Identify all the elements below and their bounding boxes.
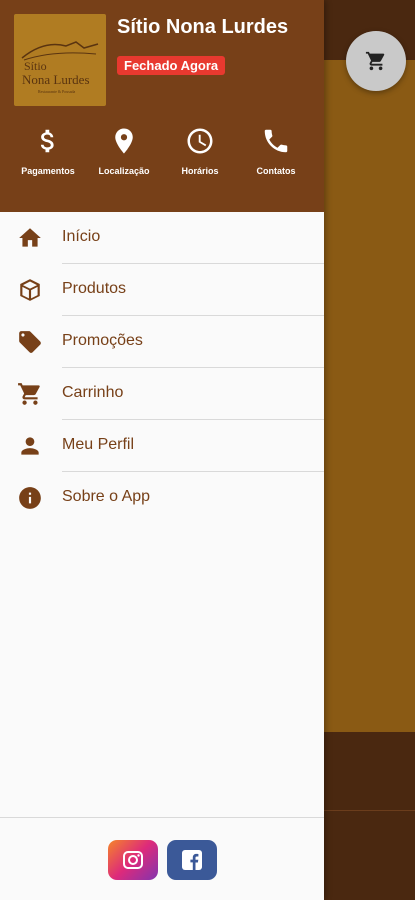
menu-item-carrinho[interactable]: Carrinho: [0, 368, 324, 420]
box-icon: [17, 278, 43, 302]
contacts-label: Contatos: [256, 166, 296, 176]
dollar-icon: [40, 129, 54, 153]
menu-item-label: Sobre o App: [62, 488, 151, 505]
hours-button[interactable]: Horários: [160, 126, 240, 176]
store-name: Sítio Nona Lurdes: [117, 16, 289, 38]
logo-text-line1: Sítio: [24, 59, 47, 73]
cart-button[interactable]: [346, 31, 406, 91]
tag-icon: [17, 330, 43, 354]
menu-item-meu-perfil[interactable]: Meu Perfil: [0, 420, 324, 472]
menu-item-promocoes[interactable]: Promoções: [0, 316, 324, 368]
menu-item-inicio[interactable]: Início: [0, 212, 324, 264]
facebook-icon: [182, 850, 202, 870]
menu-item-label: Produtos: [62, 280, 127, 297]
menu-item-label: Carrinho: [62, 384, 124, 401]
menu-item-sobre-o-app[interactable]: Sobre o App: [0, 472, 324, 524]
menu-item-produtos[interactable]: Produtos: [0, 264, 324, 316]
hours-label: Horários: [181, 166, 219, 176]
contacts-button[interactable]: Contatos: [236, 126, 316, 176]
menu-item-label: Início: [62, 228, 101, 245]
person-icon: [17, 434, 43, 458]
cart-icon: [17, 382, 43, 406]
cart-icon: [365, 51, 385, 71]
location-pin-icon: [115, 128, 133, 154]
logo-text-line3: Restaurante & Pousada: [38, 89, 76, 94]
menu-item-label: Meu Perfil: [62, 436, 135, 453]
instagram-icon: [123, 851, 143, 869]
phone-icon: [264, 129, 288, 153]
status-badge: Fechado Agora: [117, 56, 226, 75]
menu-item-label: Promoções: [62, 332, 143, 349]
home-icon: [17, 226, 43, 250]
drawer-menu: Início Produtos Promoções Carrinho Meu P…: [0, 212, 324, 524]
logo-text-line2: Nona Lurdes: [22, 72, 90, 87]
info-icon: [17, 486, 43, 510]
divider: [324, 810, 415, 811]
payments-label: Pagamentos: [21, 166, 75, 176]
facebook-button[interactable]: [167, 840, 217, 880]
drawer-header: Sítio Nona Lurdes Restaurante & Pousada …: [0, 0, 324, 212]
divider: [0, 817, 324, 818]
store-logo: Sítio Nona Lurdes Restaurante & Pousada: [14, 14, 106, 106]
location-button[interactable]: Localização: [84, 126, 164, 176]
navigation-drawer: Sítio Nona Lurdes Restaurante & Pousada …: [0, 0, 324, 900]
location-label: Localização: [98, 166, 150, 176]
instagram-button[interactable]: [108, 840, 158, 880]
payments-button[interactable]: Pagamentos: [8, 126, 88, 176]
clock-icon: [187, 128, 213, 154]
